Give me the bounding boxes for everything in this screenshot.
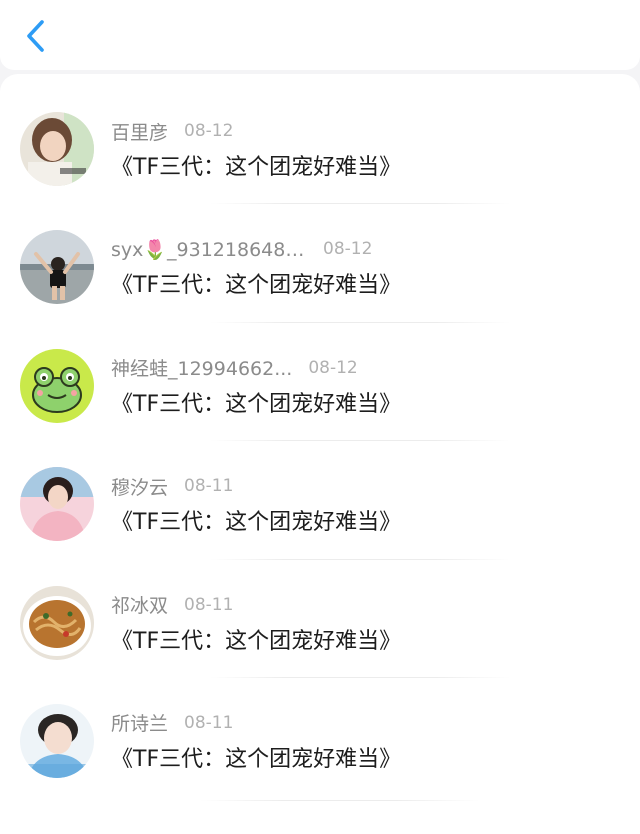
user-name[interactable]: 穆汐云 bbox=[111, 473, 168, 500]
noodle-bowl-avatar-icon bbox=[20, 585, 94, 660]
chevron-left-icon bbox=[27, 20, 44, 52]
comment-date: 08-12 bbox=[308, 357, 358, 378]
boy-portrait-avatar-icon bbox=[20, 703, 94, 778]
user-name[interactable]: 神经蛙_12994662... bbox=[111, 354, 292, 381]
avatar[interactable] bbox=[20, 467, 94, 542]
user-name[interactable]: 所诗兰 bbox=[111, 709, 168, 736]
top-bar bbox=[0, 0, 640, 70]
avatar[interactable] bbox=[20, 230, 94, 305]
list-item[interactable]: 所诗兰 08-11 《TF三代：这个团宠好难当》 bbox=[0, 678, 640, 796]
comment-list-card: 百里彦 08-12 《TF三代：这个团宠好难当》 syx🌷_9312186481… bbox=[0, 74, 640, 834]
comment-date: 08-11 bbox=[184, 476, 234, 497]
avatar[interactable] bbox=[20, 703, 94, 778]
user-name[interactable]: 祁冰双 bbox=[111, 591, 168, 618]
girl-photo-avatar-icon bbox=[20, 112, 94, 186]
comment-date: 08-12 bbox=[323, 239, 373, 260]
list-item[interactable]: 穆汐云 08-11 《TF三代：这个团宠好难当》 bbox=[0, 441, 640, 560]
comment-date: 08-12 bbox=[184, 121, 234, 141]
comment-title: 《TF三代：这个团宠好难当》 bbox=[111, 155, 402, 180]
comment-title: 《TF三代：这个团宠好难当》 bbox=[111, 628, 402, 654]
list-item[interactable]: syx🌷_9312186481... 08-12 《TF三代：这个团宠好难当》 bbox=[0, 204, 640, 323]
comment-list: 百里彦 08-12 《TF三代：这个团宠好难当》 syx🌷_9312186481… bbox=[0, 86, 640, 796]
avatar[interactable] bbox=[20, 112, 94, 186]
avatar[interactable] bbox=[20, 348, 94, 423]
user-name[interactable]: 百里彦 bbox=[111, 118, 168, 145]
user-name[interactable]: syx🌷_9312186481... bbox=[111, 238, 307, 261]
comment-date: 08-11 bbox=[184, 594, 234, 615]
frog-avatar-icon bbox=[20, 348, 94, 423]
comment-date: 08-11 bbox=[184, 712, 234, 733]
list-item[interactable]: 百里彦 08-12 《TF三代：这个团宠好难当》 bbox=[0, 86, 640, 205]
beach-person-avatar-icon bbox=[20, 230, 94, 305]
back-button[interactable] bbox=[18, 18, 52, 54]
avatar[interactable] bbox=[20, 585, 94, 660]
pink-portrait-avatar-icon bbox=[20, 467, 94, 542]
comment-title: 《TF三代：这个团宠好难当》 bbox=[111, 391, 402, 417]
list-item[interactable]: 祁冰双 08-11 《TF三代：这个团宠好难当》 bbox=[0, 560, 640, 678]
divider bbox=[200, 800, 480, 801]
list-item[interactable]: 神经蛙_12994662... 08-12 《TF三代：这个团宠好难当》 bbox=[0, 323, 640, 442]
comment-title: 《TF三代：这个团宠好难当》 bbox=[111, 273, 402, 299]
comment-title: 《TF三代：这个团宠好难当》 bbox=[111, 746, 402, 772]
comment-title: 《TF三代：这个团宠好难当》 bbox=[111, 510, 402, 536]
